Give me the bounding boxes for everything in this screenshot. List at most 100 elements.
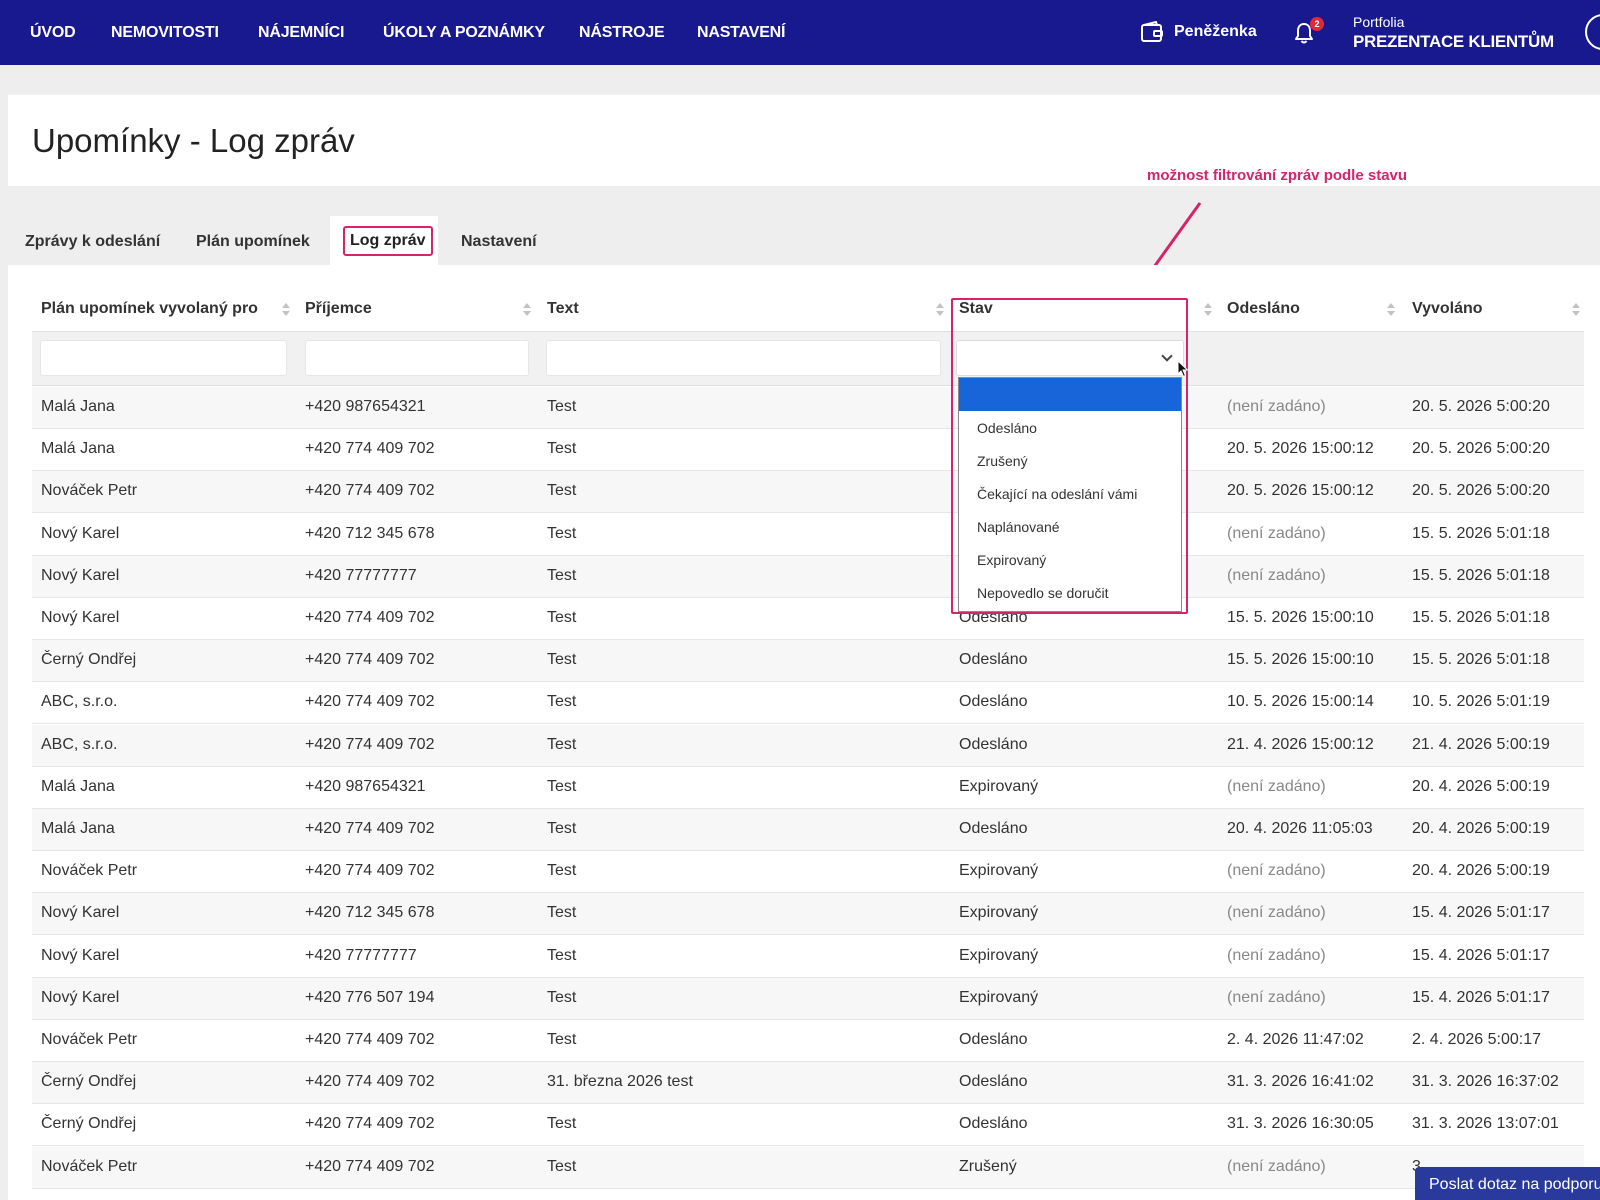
table-row[interactable]: Nováček Petr +420 774 409 702 Test Odesláno…	[32, 1020, 1584, 1062]
cell-text: Test	[547, 440, 577, 458]
table-row[interactable]: ABC, s.r.o. +420 774 409 702 Test Odesláno 2…	[32, 724, 1584, 767]
tab-zpravy-k-odeslani[interactable]: Zprávy k odeslání	[25, 233, 160, 251]
sort-icon[interactable]	[936, 303, 944, 317]
sort-icon[interactable]	[1387, 303, 1395, 317]
nav-item-najemnici[interactable]: NÁJEMNÍCI	[258, 24, 344, 42]
cell-text: Test	[547, 735, 577, 753]
column-header-plan[interactable]: Plán upomínek vyvolaný pro	[41, 300, 258, 318]
filter-input-text[interactable]	[546, 340, 941, 376]
tab-log-zprav[interactable]: Log zpráv	[343, 226, 433, 256]
cell-plan: Nováček Petr	[41, 862, 138, 880]
nav-item-nemovitosti[interactable]: NEMOVITOSTI	[111, 24, 219, 42]
table-row[interactable]: Nový Karel +420 712 345 678 Test Expirovaný…	[32, 893, 1584, 936]
column-header-text[interactable]: Text	[547, 300, 579, 318]
cell-vyvolano: 20. 4. 2026 5:00:19	[1412, 862, 1550, 880]
cell-prijemce: +420 774 409 702	[305, 735, 435, 753]
cell-plan: Černý Ondřej	[41, 651, 137, 669]
dropdown-option-empty[interactable]	[959, 378, 1181, 411]
cell-plan: ABC, s.r.o.	[41, 693, 118, 711]
cell-vyvolano: 20. 4. 2026 5:00:19	[1412, 820, 1550, 837]
cell-stav: Odesláno	[959, 693, 1028, 711]
filter-input-plan[interactable]	[40, 340, 287, 376]
cell-odeslano: 21. 4. 2026 15:00:12	[1227, 735, 1374, 753]
support-button[interactable]: Poslat dotaz na podporu	[1415, 1167, 1600, 1200]
cell-prijemce: +420 774 409 702	[305, 1157, 435, 1175]
cell-plan: Malá Jana	[41, 820, 115, 837]
cell-vyvolano: 15. 5. 2026 5:01:18	[1412, 524, 1550, 542]
nav-item-nastroje[interactable]: NÁSTROJE	[579, 24, 665, 42]
cell-text: 31. března 2026 test	[547, 1073, 693, 1091]
table-row[interactable]: Nováček Petr +420 774 409 702 Test Expirova…	[32, 851, 1584, 894]
dropdown-option-zruseny[interactable]: Zrušený	[959, 444, 1181, 477]
cell-odeslano: 15. 5. 2026 15:00:10	[1227, 609, 1374, 626]
cell-odeslano: 20. 4. 2026 11:05:03	[1227, 820, 1373, 837]
cell-prijemce: +420 774 409 702	[305, 440, 435, 458]
sort-icon[interactable]	[523, 303, 531, 317]
cell-plan: Nový Karel	[41, 904, 120, 922]
cell-text: Test	[547, 946, 577, 964]
table-row[interactable]: Nový Karel +420 774 409 702 Test Odesláno 15…	[32, 598, 1584, 640]
table-row[interactable]: Černý Ondřej +420 774 409 702 Test Odesláno…	[32, 1104, 1584, 1147]
column-header-stav[interactable]: Stav	[959, 300, 993, 318]
table-row[interactable]: Malá Jana +420 987654321 Test Expirovaný (ne…	[32, 767, 1584, 809]
table-row[interactable]: Malá Jana +420 774 409 702 Test 20. 5. 2026…	[32, 429, 1584, 472]
column-header-prijemce[interactable]: Příjemce	[305, 300, 372, 318]
cell-odeslano: (není zadáno)	[1227, 398, 1326, 415]
table-row[interactable]: Nový Karel +420 712 345 678 Test (není zadá…	[32, 514, 1584, 556]
dropdown-option-expirovany[interactable]: Expirovaný	[959, 543, 1181, 576]
dropdown-option-nepovedlo[interactable]: Nepovedlo se doručit	[959, 576, 1181, 609]
column-header-odeslano[interactable]: Odesláno	[1227, 300, 1300, 318]
user-avatar-icon[interactable]	[1585, 14, 1600, 50]
cell-text: Test	[547, 777, 577, 795]
table-row[interactable]: Černý Ondřej +420 774 409 702 31. března 2…	[32, 1062, 1584, 1105]
table-row[interactable]: Nový Karel +420 77777777 Test (není zadáno)…	[32, 555, 1584, 598]
wallet-link[interactable]: Peněženka	[1140, 21, 1257, 43]
cell-prijemce: +420 774 409 702	[305, 1115, 435, 1133]
table-row[interactable]: Nový Karel +420 77777777 Test Expirovaný (ne…	[32, 936, 1584, 978]
cell-vyvolano: 2. 4. 2026 5:00:17	[1412, 1031, 1541, 1048]
dropdown-option-odeslano[interactable]: Odesláno	[959, 411, 1181, 444]
cell-prijemce: +420 987654321	[305, 398, 426, 415]
dropdown-option-cekajici[interactable]: Čekající na odeslání vámi	[959, 477, 1181, 510]
cell-text: Test	[547, 1031, 577, 1048]
table-row[interactable]: Nováček Petr +420 774 409 702 Test 20. 5. 2…	[32, 471, 1584, 514]
tab-nastaveni[interactable]: Nastavení	[461, 233, 537, 251]
dropdown-option-naplanovane[interactable]: Naplánované	[959, 510, 1181, 543]
cell-prijemce: +420 774 409 702	[305, 651, 435, 669]
sort-icon[interactable]	[282, 303, 290, 317]
nav-item-uvod[interactable]: ÚVOD	[30, 24, 76, 42]
tab-plan-upominek[interactable]: Plán upomínek	[196, 233, 310, 251]
table-row[interactable]: Černý Ondřej +420 774 409 702 Test Odesláno…	[32, 640, 1584, 683]
table-row[interactable]: Nováček Petr +420 774 409 702 Test Zrušený (…	[32, 1146, 1584, 1189]
cell-vyvolano: 20. 5. 2026 5:00:20	[1412, 440, 1550, 458]
filter-input-prijemce[interactable]	[305, 340, 529, 376]
cell-vyvolano: 15. 5. 2026 5:01:18	[1412, 566, 1550, 584]
nav-item-nastaveni[interactable]: NASTAVENÍ	[697, 24, 785, 42]
cell-stav: Expirovaný	[959, 777, 1039, 795]
table-row[interactable]: Nový Karel +420 776 507 194 Test Expirovaný…	[32, 977, 1584, 1020]
cell-prijemce: +420 774 409 702	[305, 1031, 435, 1048]
cell-stav: Zrušený	[959, 1157, 1017, 1175]
cell-odeslano: 15. 5. 2026 15:00:10	[1227, 651, 1374, 669]
nav-item-ukoly[interactable]: ÚKOLY A POZNÁMKY	[383, 24, 545, 42]
cell-vyvolano: 15. 5. 2026 5:01:18	[1412, 609, 1550, 626]
status-filter-select[interactable]	[956, 340, 1184, 376]
cell-odeslano: (není zadáno)	[1227, 777, 1326, 795]
cell-plan: Nový Karel	[41, 946, 120, 964]
portfolio-switcher[interactable]: PREZENTACE KLIENTŮM	[1353, 32, 1554, 52]
cell-odeslano: (není zadáno)	[1227, 862, 1326, 880]
portfolio-label: Portfolia	[1353, 14, 1405, 30]
table-row[interactable]: ABC, s.r.o. +420 774 409 702 Test Odesláno 1…	[32, 682, 1584, 725]
table-row[interactable]: Malá Jana +420 774 409 702 Test Odesláno 20.…	[32, 809, 1584, 851]
sort-icon[interactable]	[1204, 303, 1212, 317]
chevron-down-icon	[1161, 350, 1173, 362]
cell-prijemce: +420 774 409 702	[305, 1073, 435, 1091]
cell-vyvolano: 31. 3. 2026 16:37:02	[1412, 1073, 1559, 1091]
column-header-vyvolano[interactable]: Vyvoláno	[1412, 300, 1483, 318]
cell-plan: Malá Jana	[41, 440, 115, 458]
sort-icon[interactable]	[1572, 303, 1580, 317]
table-row[interactable]: Malá Jana +420 987654321 Test (není zadáno)…	[32, 387, 1584, 429]
wallet-label: Peněženka	[1174, 23, 1257, 40]
cell-vyvolano: 15. 4. 2026 5:01:17	[1412, 904, 1550, 922]
cell-vyvolano: 20. 5. 2026 5:00:20	[1412, 482, 1550, 500]
